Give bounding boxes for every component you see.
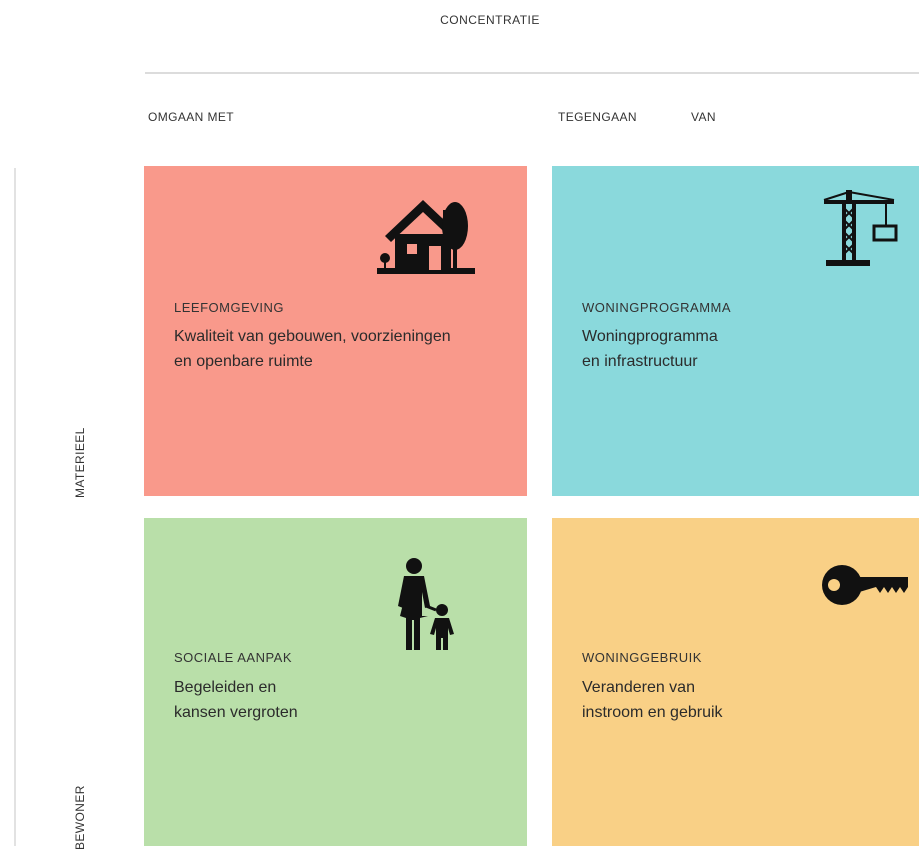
tile-woningprogramma: WONINGPROGRAMMA Woningprogramma en infra… xyxy=(552,166,919,496)
column-label-left: OMGAAN MET xyxy=(148,110,235,124)
row-label-bottom: BEWONER xyxy=(73,785,87,850)
key-icon xyxy=(820,562,910,608)
parent-child-icon xyxy=(392,558,460,650)
header-divider xyxy=(145,72,919,74)
column-label-right-b: VAN xyxy=(691,110,716,124)
tile-heading: WONINGPROGRAMMA xyxy=(582,300,732,315)
left-axis-line xyxy=(14,168,16,846)
diagram-title: CONCENTRATIE xyxy=(440,13,540,27)
row-label-top: MATERIEEL xyxy=(73,427,87,498)
house-tree-icon xyxy=(377,196,477,278)
tile-description-line1: Veranderen van xyxy=(582,679,695,696)
tile-description-line2: kansen vergroten xyxy=(174,704,298,721)
tile-description-line1: Begeleiden en xyxy=(174,679,277,696)
tile-heading: LEEFOMGEVING xyxy=(174,300,285,315)
tile-description-line1: Kwaliteit van gebouwen, voorzieningen xyxy=(174,328,451,345)
column-label-right-a: TEGENGAAN xyxy=(558,110,637,124)
tile-description-line1: Woningprogramma xyxy=(582,328,718,345)
tile-heading: SOCIALE AANPAK xyxy=(174,650,293,665)
tile-leefomgeving: LEEFOMGEVING Kwaliteit van gebouwen, voo… xyxy=(144,166,527,496)
tile-woninggebruik: WONINGGEBRUIK Veranderen van instroom en… xyxy=(552,518,919,846)
construction-crane-icon xyxy=(822,190,898,268)
tile-heading: WONINGGEBRUIK xyxy=(582,650,702,665)
tile-description-line2: en infrastructuur xyxy=(582,353,698,370)
tile-description-line2: instroom en gebruik xyxy=(582,704,723,721)
tile-sociale-aanpak: SOCIALE AANPAK Begeleiden en kansen verg… xyxy=(144,518,527,846)
tile-description-line2: en openbare ruimte xyxy=(174,353,313,370)
